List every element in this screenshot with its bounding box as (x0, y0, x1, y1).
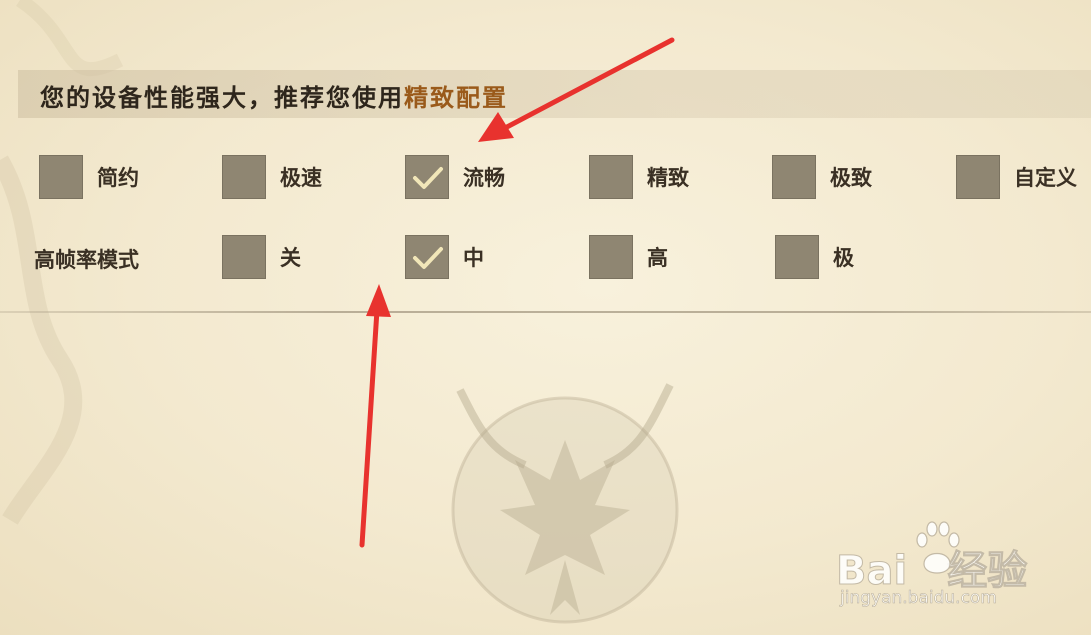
quality-option-fast[interactable]: 极速 (222, 154, 322, 200)
option-label: 简约 (97, 165, 139, 190)
checkbox[interactable] (589, 235, 633, 279)
recommended-config-highlight: 精致配置 (404, 83, 508, 112)
check-icon (413, 247, 443, 269)
framerate-mode-label: 高帧率模式 (34, 247, 139, 272)
checkbox[interactable] (956, 155, 1000, 199)
checkbox-checked[interactable] (405, 235, 449, 279)
red-arrow-icon (359, 284, 391, 548)
checkbox[interactable] (39, 155, 83, 199)
option-label: 自定义 (1014, 165, 1077, 190)
checkbox[interactable] (772, 155, 816, 199)
checkbox[interactable] (589, 155, 633, 199)
quality-option-custom[interactable]: 自定义 (956, 154, 1077, 200)
framerate-option-off[interactable]: 关 (222, 234, 301, 280)
framerate-option-medium[interactable]: 中 (405, 234, 484, 280)
option-label: 精致 (647, 165, 689, 190)
option-label: 极速 (280, 165, 322, 190)
quality-option-ultimate[interactable]: 极致 (772, 154, 872, 200)
option-label: 极致 (830, 165, 872, 190)
section-divider (0, 311, 1091, 313)
option-label: 关 (280, 245, 301, 270)
check-icon (413, 167, 443, 189)
option-label: 高 (647, 245, 668, 270)
baidu-watermark: Bai 经验 jingyan.baidu.com (835, 520, 1036, 620)
option-label: 极 (833, 245, 854, 270)
recommendation-text: 您的设备性能强大，推荐您使用精致配置 (40, 78, 508, 113)
dragon-emblem-icon (451, 383, 679, 624)
checkbox[interactable] (222, 155, 266, 199)
recommendation-message: 您的设备性能强大，推荐您使用 (40, 83, 404, 112)
checkbox-checked[interactable] (405, 155, 449, 199)
framerate-option-high[interactable]: 高 (589, 234, 668, 280)
quality-option-simple[interactable]: 简约 (39, 154, 139, 200)
baidu-paw-icon (916, 521, 960, 574)
option-label: 流畅 (463, 165, 505, 190)
checkbox[interactable] (222, 235, 266, 279)
watermark-url: jingyan.baidu.com (840, 588, 997, 609)
option-label: 中 (463, 245, 484, 270)
quality-option-fine[interactable]: 精致 (589, 154, 689, 200)
checkbox[interactable] (775, 235, 819, 279)
quality-option-smooth[interactable]: 流畅 (405, 154, 505, 200)
framerate-option-extreme[interactable]: 极 (775, 234, 854, 280)
